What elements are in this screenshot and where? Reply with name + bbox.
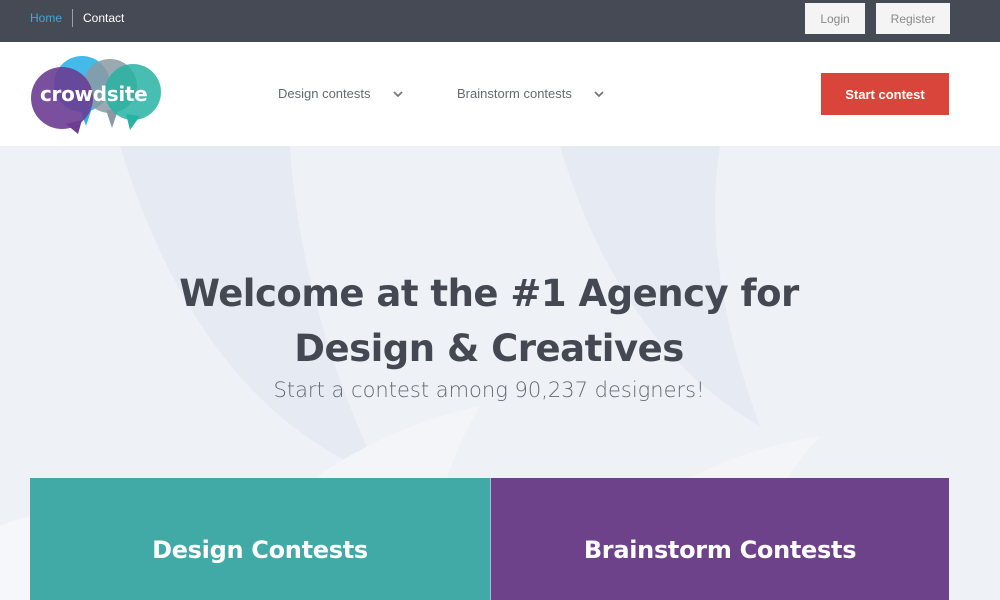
- crowdsite-logo[interactable]: crowdsite: [30, 54, 164, 134]
- top-links: Home Contact: [30, 0, 124, 36]
- top-bar: Home Contact Login Register: [0, 0, 1000, 42]
- nav-design-contests-label: Design contests: [278, 86, 371, 101]
- hero-subtitle: Start a contest among 90,237 designers!: [273, 378, 705, 402]
- nav-brainstorm-contests[interactable]: Brainstorm contests: [457, 86, 606, 101]
- nav-brainstorm-contests-label: Brainstorm contests: [457, 86, 572, 101]
- hero-title-line2: Design & Creatives: [294, 327, 684, 370]
- main-header: crowdsite Design contests Brainstorm con…: [0, 42, 1000, 146]
- design-contests-card-title: Design Contests: [152, 536, 368, 564]
- design-contests-card[interactable]: Design Contests: [30, 478, 490, 600]
- brainstorm-contests-card[interactable]: Brainstorm Contests: [491, 478, 949, 600]
- chevron-down-icon: [392, 90, 403, 97]
- hero-title: Welcome at the #1 Agency for Design & Cr…: [0, 266, 978, 376]
- brainstorm-contests-card-title: Brainstorm Contests: [583, 536, 857, 564]
- hero-title-line1: Welcome at the #1 Agency for: [179, 272, 799, 315]
- contact-link[interactable]: Contact: [73, 11, 124, 25]
- chevron-down-icon: [594, 90, 604, 97]
- login-button[interactable]: Login: [805, 3, 865, 34]
- home-link[interactable]: Home: [30, 11, 72, 25]
- nav-design-contests[interactable]: Design contests: [278, 86, 405, 101]
- register-button[interactable]: Register: [876, 3, 950, 34]
- start-contest-button[interactable]: Start contest: [821, 73, 949, 115]
- logo-text: crowdsite: [40, 82, 148, 106]
